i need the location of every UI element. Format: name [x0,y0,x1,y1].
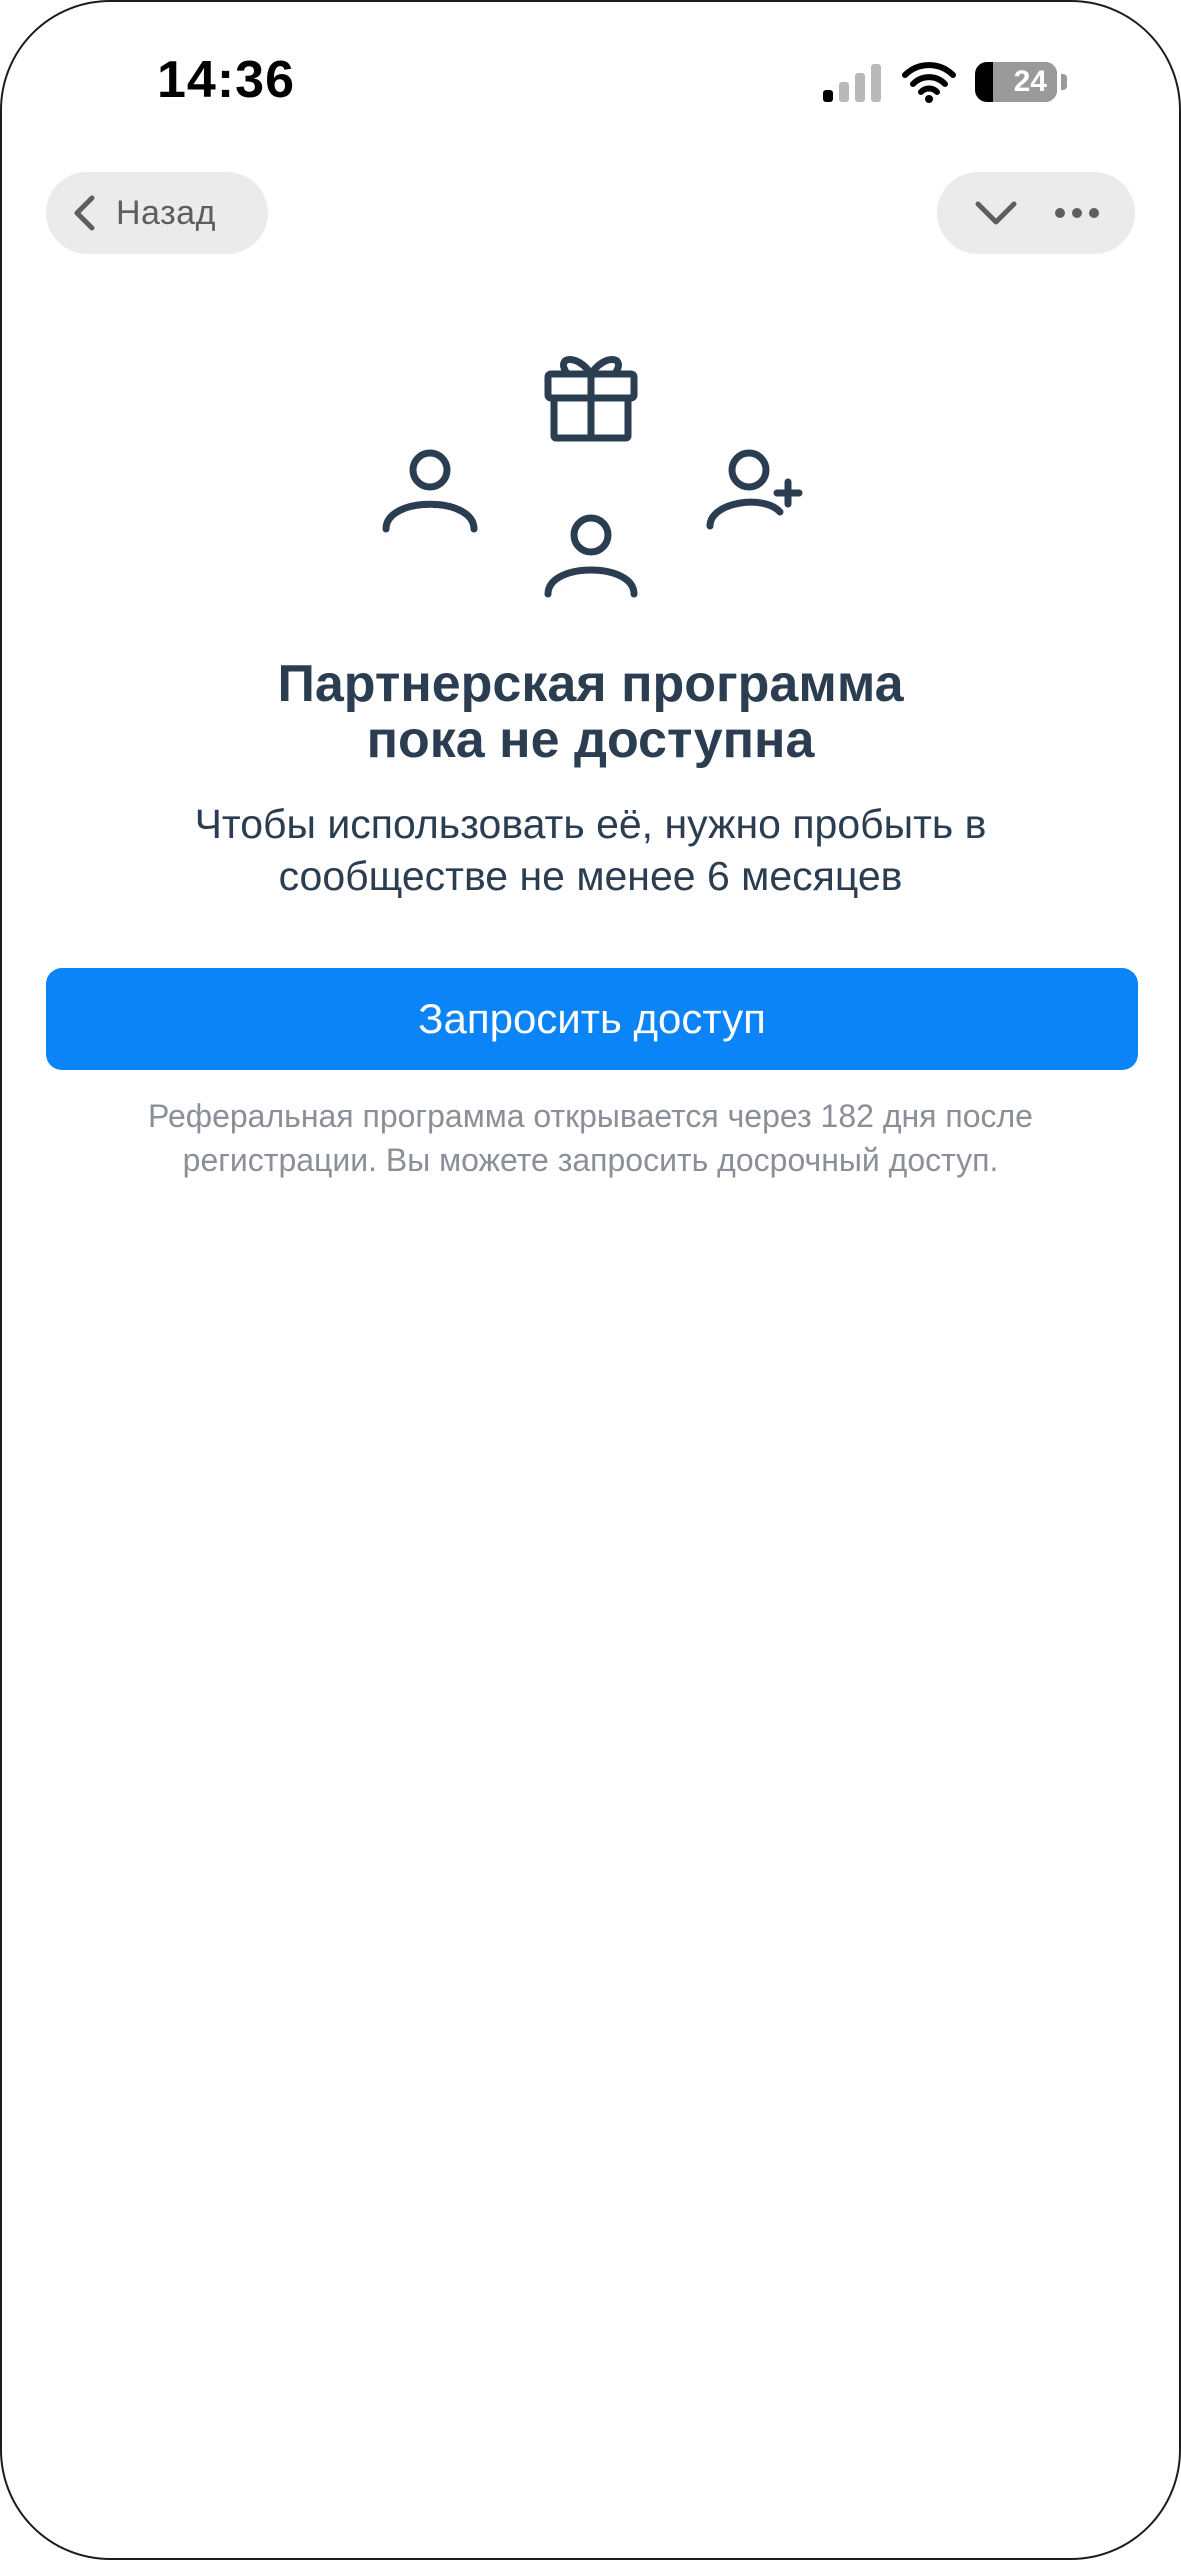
battery-level: 24 [1013,65,1047,98]
battery-icon: 24 [975,62,1057,102]
more-horizontal-icon [1054,208,1099,218]
user-plus-icon [706,449,803,530]
gift-icon [544,356,638,442]
header-actions [937,172,1135,254]
referral-illustration [382,356,803,598]
wifi-icon [902,62,956,103]
footnote: Реферальная программа открывается через … [2,1094,1179,1182]
phone-screen: 14:36 24 Назад Партнерская программа пок… [0,0,1181,2560]
cellular-signal-icon [823,64,881,102]
more-button[interactable] [1045,181,1109,245]
status-time: 14:36 [157,51,295,109]
subtitle-line-2: сообществе не менее 6 месяцев [278,853,903,899]
battery-tip [1061,74,1067,90]
request-access-button[interactable]: Запросить доступ [46,968,1138,1070]
title-line-1: Партнерская программа [277,655,904,713]
back-button[interactable]: Назад [46,172,268,254]
chevron-down-icon [975,201,1016,225]
status-icons: 24 [821,58,1067,106]
footnote-line-2: регистрации. Вы можете запросить досрочн… [182,1142,999,1178]
title-line-2: пока не доступна [366,711,815,769]
subtitle-line-1: Чтобы использовать её, нужно пробыть в [194,801,987,847]
chevron-left-icon [74,195,95,231]
back-button-label: Назад [116,193,216,232]
page-title: Партнерская программа пока не доступна [2,656,1179,768]
page-subtitle: Чтобы использовать её, нужно пробыть в с… [2,798,1179,902]
user-icon [544,514,638,598]
user-icon [382,449,478,533]
collapse-button[interactable] [964,181,1028,245]
footnote-line-1: Реферальная программа открывается через … [148,1098,1033,1134]
